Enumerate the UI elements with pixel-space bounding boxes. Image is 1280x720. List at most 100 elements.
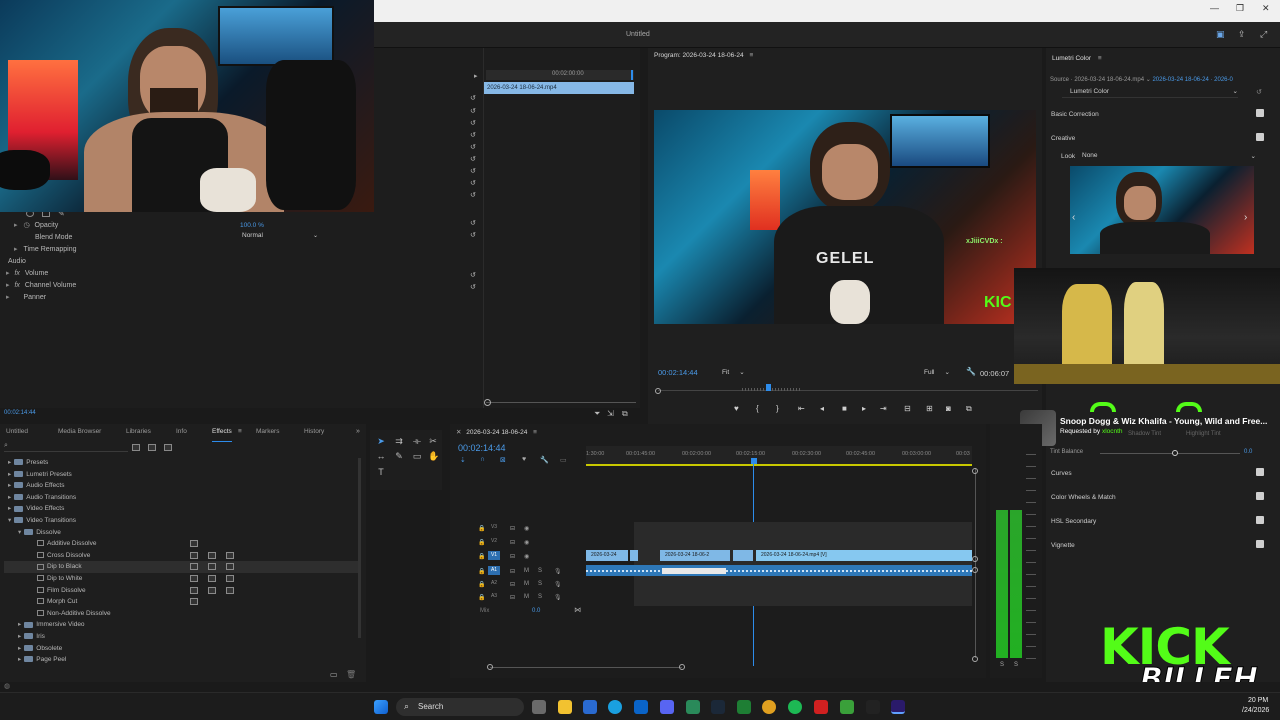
- solo-button[interactable]: S: [538, 594, 542, 600]
- button-editor-icon[interactable]: ⧉: [966, 404, 972, 414]
- captions-icon[interactable]: ▭: [560, 456, 567, 464]
- clip-a1[interactable]: [586, 565, 972, 576]
- chevron-right-icon[interactable]: ▸: [18, 621, 21, 628]
- eye-icon[interactable]: ◉: [524, 539, 529, 546]
- track-target-toggle[interactable]: A1: [488, 566, 500, 575]
- reset-icon[interactable]: ↺: [470, 107, 476, 115]
- reset-icon[interactable]: ↺: [470, 119, 476, 127]
- share-icon[interactable]: ⇪: [1238, 29, 1246, 40]
- panel-menu-icon[interactable]: ≡: [238, 424, 242, 440]
- effects-folder[interactable]: ▸ Obsolete: [4, 643, 359, 655]
- effects-item[interactable]: Additive Dissolve: [4, 538, 359, 550]
- previous-look-icon[interactable]: ‹: [1072, 212, 1075, 223]
- workspaces-icon[interactable]: ▣: [1216, 29, 1225, 40]
- scroll-handle[interactable]: [972, 567, 978, 573]
- tab-untitled[interactable]: Untitled: [6, 424, 28, 440]
- creative-section[interactable]: Creative: [1051, 135, 1075, 142]
- basic-correction-section[interactable]: Basic Correction: [1051, 111, 1099, 118]
- clip-v1[interactable]: 2026-03-24 18-06-2: [660, 550, 730, 561]
- color-wheels-section[interactable]: Color Wheels & Match: [1051, 494, 1116, 501]
- scrollbar[interactable]: [358, 458, 361, 638]
- track-select-tool-icon[interactable]: ⇉: [394, 436, 404, 446]
- accelerated-effects-filter[interactable]: [132, 444, 140, 451]
- mute-button[interactable]: M: [524, 568, 529, 574]
- effects-folder[interactable]: ▾ Dissolve: [4, 527, 359, 539]
- scroll-handle[interactable]: [972, 468, 978, 474]
- store-icon[interactable]: [583, 700, 597, 714]
- camera-icon[interactable]: ⧉: [622, 409, 628, 419]
- solo-button[interactable]: S: [538, 568, 542, 574]
- go-to-out-icon[interactable]: ⇥: [880, 404, 887, 413]
- reset-icon[interactable]: ↺: [470, 231, 476, 239]
- next-look-icon[interactable]: ›: [1244, 212, 1247, 223]
- delete-icon[interactable]: 🗑: [346, 670, 356, 679]
- close-icon[interactable]: ✕: [1262, 3, 1270, 14]
- windows-start-icon[interactable]: [374, 700, 388, 714]
- settings-wrench-icon[interactable]: 🔧: [540, 456, 549, 464]
- razor-tool-icon[interactable]: ✂: [428, 436, 438, 446]
- export-frame-icon[interactable]: ⇲: [607, 409, 614, 418]
- nvidia-icon[interactable]: [840, 700, 854, 714]
- effects-folder[interactable]: ▸ Presets: [4, 457, 359, 469]
- opacity-value[interactable]: 100.0 %: [240, 222, 264, 229]
- clip-v1-fragment[interactable]: [630, 550, 638, 561]
- mark-out-icon[interactable]: }: [776, 404, 779, 413]
- effects-folder[interactable]: ▸ Video Effects: [4, 503, 359, 515]
- zoom-handle[interactable]: [655, 388, 661, 394]
- tab-markers[interactable]: Markers: [256, 424, 279, 440]
- file-explorer-icon[interactable]: [558, 700, 572, 714]
- chevron-down-icon[interactable]: ▾: [18, 529, 21, 536]
- stopwatch-icon[interactable]: ◷: [23, 222, 29, 229]
- taskbar-search[interactable]: ⌕ Search: [396, 698, 524, 716]
- reset-icon[interactable]: ↺: [470, 179, 476, 187]
- discord-icon[interactable]: [660, 700, 674, 714]
- fullscreen-icon[interactable]: ⤢: [1260, 29, 1267, 40]
- reset-icon[interactable]: ↺: [470, 283, 476, 291]
- creative-checkbox[interactable]: [1256, 133, 1264, 141]
- mix-expand-icon[interactable]: ⋈: [574, 606, 581, 614]
- track-target-toggle[interactable]: A3: [488, 592, 500, 601]
- time-remapping-row[interactable]: ▸ Time Remapping: [14, 244, 77, 256]
- chevron-right-icon[interactable]: ▸: [8, 459, 11, 466]
- panel-menu-icon[interactable]: ≡: [749, 52, 753, 59]
- playhead-marker[interactable]: [766, 384, 771, 391]
- zoom-scrollbar[interactable]: [486, 402, 636, 403]
- go-to-in-icon[interactable]: ⇤: [798, 404, 805, 413]
- solo-button[interactable]: S: [538, 581, 542, 587]
- channel-volume-row[interactable]: ▸ fx Channel Volume: [6, 280, 76, 292]
- add-marker-icon[interactable]: ♥: [734, 404, 739, 413]
- selection-tool-icon[interactable]: ➤: [376, 436, 386, 446]
- timeline-playhead-head[interactable]: [751, 458, 757, 464]
- track-header-a3[interactable]: 🔒 A3 ⊟ M S 🎙: [474, 591, 584, 603]
- sync-lock-icon[interactable]: ⊟: [510, 568, 515, 575]
- effects-item[interactable]: Morph Cut: [4, 596, 359, 608]
- step-back-icon[interactable]: ◂: [820, 404, 824, 413]
- reset-icon[interactable]: ↺: [470, 191, 476, 199]
- effects-folder[interactable]: ▸ Iris: [4, 631, 359, 643]
- clip-v1-fragment[interactable]: [733, 550, 753, 561]
- rectangle-tool-icon[interactable]: ▭: [412, 451, 422, 461]
- track-header-v3[interactable]: 🔒 V3 ⊟ ◉: [474, 522, 584, 534]
- effect-controls-clip[interactable]: 2026-03-24 18-06-24.mp4: [484, 82, 634, 94]
- microphone-icon[interactable]: 🎙: [554, 594, 562, 601]
- lumetri-source-clip[interactable]: 2026-03-24 18-06-24 · 2026-0: [1152, 77, 1232, 83]
- reset-icon[interactable]: ↺: [470, 271, 476, 279]
- effects-folder[interactable]: ▸ Page Peel: [4, 654, 359, 666]
- 32bit-effects-filter[interactable]: [148, 444, 156, 451]
- color-wheels-checkbox[interactable]: [1256, 492, 1264, 500]
- curves-section[interactable]: Curves: [1051, 470, 1072, 477]
- effects-folder[interactable]: ▸ Audio Transitions: [4, 492, 359, 504]
- track-target-toggle[interactable]: V2: [488, 537, 500, 546]
- basic-correction-checkbox[interactable]: [1256, 109, 1264, 117]
- expand-arrow-icon[interactable]: ▸: [14, 246, 18, 253]
- lock-icon[interactable]: 🔒: [478, 525, 485, 532]
- lumetri-title-tab[interactable]: Lumetri Color ≡: [1052, 55, 1102, 62]
- chevron-down-icon[interactable]: ▾: [8, 517, 11, 524]
- spotify-icon[interactable]: [788, 700, 802, 714]
- type-tool-icon[interactable]: T: [376, 467, 386, 477]
- chevron-right-icon[interactable]: ▸: [18, 645, 21, 652]
- track-target-toggle[interactable]: A2: [488, 579, 500, 588]
- timeline-timecode[interactable]: 00:02:14:44: [458, 443, 506, 453]
- panel-menu-icon[interactable]: ≡: [533, 429, 537, 436]
- expand-arrow-icon[interactable]: ▸: [6, 294, 10, 301]
